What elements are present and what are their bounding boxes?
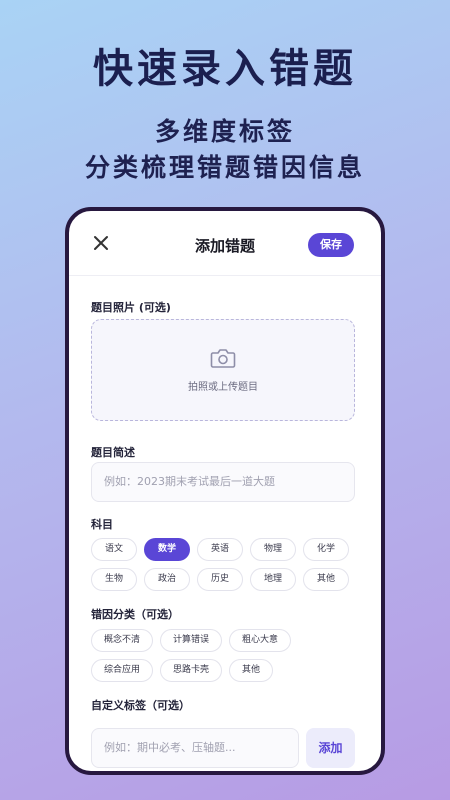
upload-hint: 拍照或上传题目 [188, 382, 258, 393]
subject-label: 科目 [91, 518, 113, 531]
error-cause-chip[interactable]: 其他 [229, 659, 274, 682]
custom-tag-label: 自定义标签（可选） [91, 699, 190, 712]
photo-label: 题目照片 (可选) [91, 301, 171, 314]
top-bar: 添加错题 保存 [69, 211, 381, 276]
subject-chip[interactable]: 英语 [197, 538, 243, 561]
error-cause-chip[interactable]: 概念不清 [91, 629, 154, 652]
subject-chip-selected[interactable]: 数学 [144, 538, 190, 561]
error-cause-label: 错因分类（可选） [91, 608, 179, 621]
subject-chip[interactable]: 历史 [197, 568, 243, 591]
hero-title: 快速录入错题 [93, 46, 357, 92]
subject-chip[interactable]: 地理 [250, 568, 296, 591]
subject-chip[interactable]: 物理 [250, 538, 296, 561]
subject-chip[interactable]: 生物 [91, 568, 137, 591]
subject-chips: 语文 数学 英语 物理 化学 生物 政治 历史 地理 其他 [91, 538, 371, 598]
subject-chip[interactable]: 语文 [91, 538, 137, 561]
subject-chip[interactable]: 政治 [144, 568, 190, 591]
photo-upload-area[interactable]: 拍照或上传题目 [91, 319, 355, 421]
subject-chip[interactable]: 其他 [303, 568, 349, 591]
error-cause-chips: 概念不清 计算错误 粗心大意 综合应用 思路卡壳 其他 [91, 629, 371, 689]
error-cause-chip[interactable]: 计算错误 [160, 629, 223, 652]
subject-chip[interactable]: 化学 [303, 538, 349, 561]
error-cause-chip[interactable]: 粗心大意 [229, 629, 292, 652]
add-tag-button[interactable]: 添加 [306, 728, 355, 768]
description-label: 题目简述 [91, 446, 135, 459]
error-cause-chip[interactable]: 思路卡壳 [160, 659, 223, 682]
phone-frame: 添加错题 保存 题目照片 (可选) 拍照或上传题目 题目简述 例如：2023期末… [65, 207, 385, 775]
custom-tag-input[interactable]: 例如：期中必考、压轴题... [91, 728, 299, 768]
hero-subtitle-line2: 分类梳理错题错因信息 [84, 153, 365, 182]
camera-icon [210, 349, 236, 368]
hero-subtitle-line1: 多维度标签 [154, 117, 295, 146]
error-cause-chip[interactable]: 综合应用 [91, 659, 154, 682]
description-input[interactable]: 例如：2023期末考试最后一道大题 [91, 462, 355, 502]
save-button[interactable]: 保存 [308, 233, 354, 257]
